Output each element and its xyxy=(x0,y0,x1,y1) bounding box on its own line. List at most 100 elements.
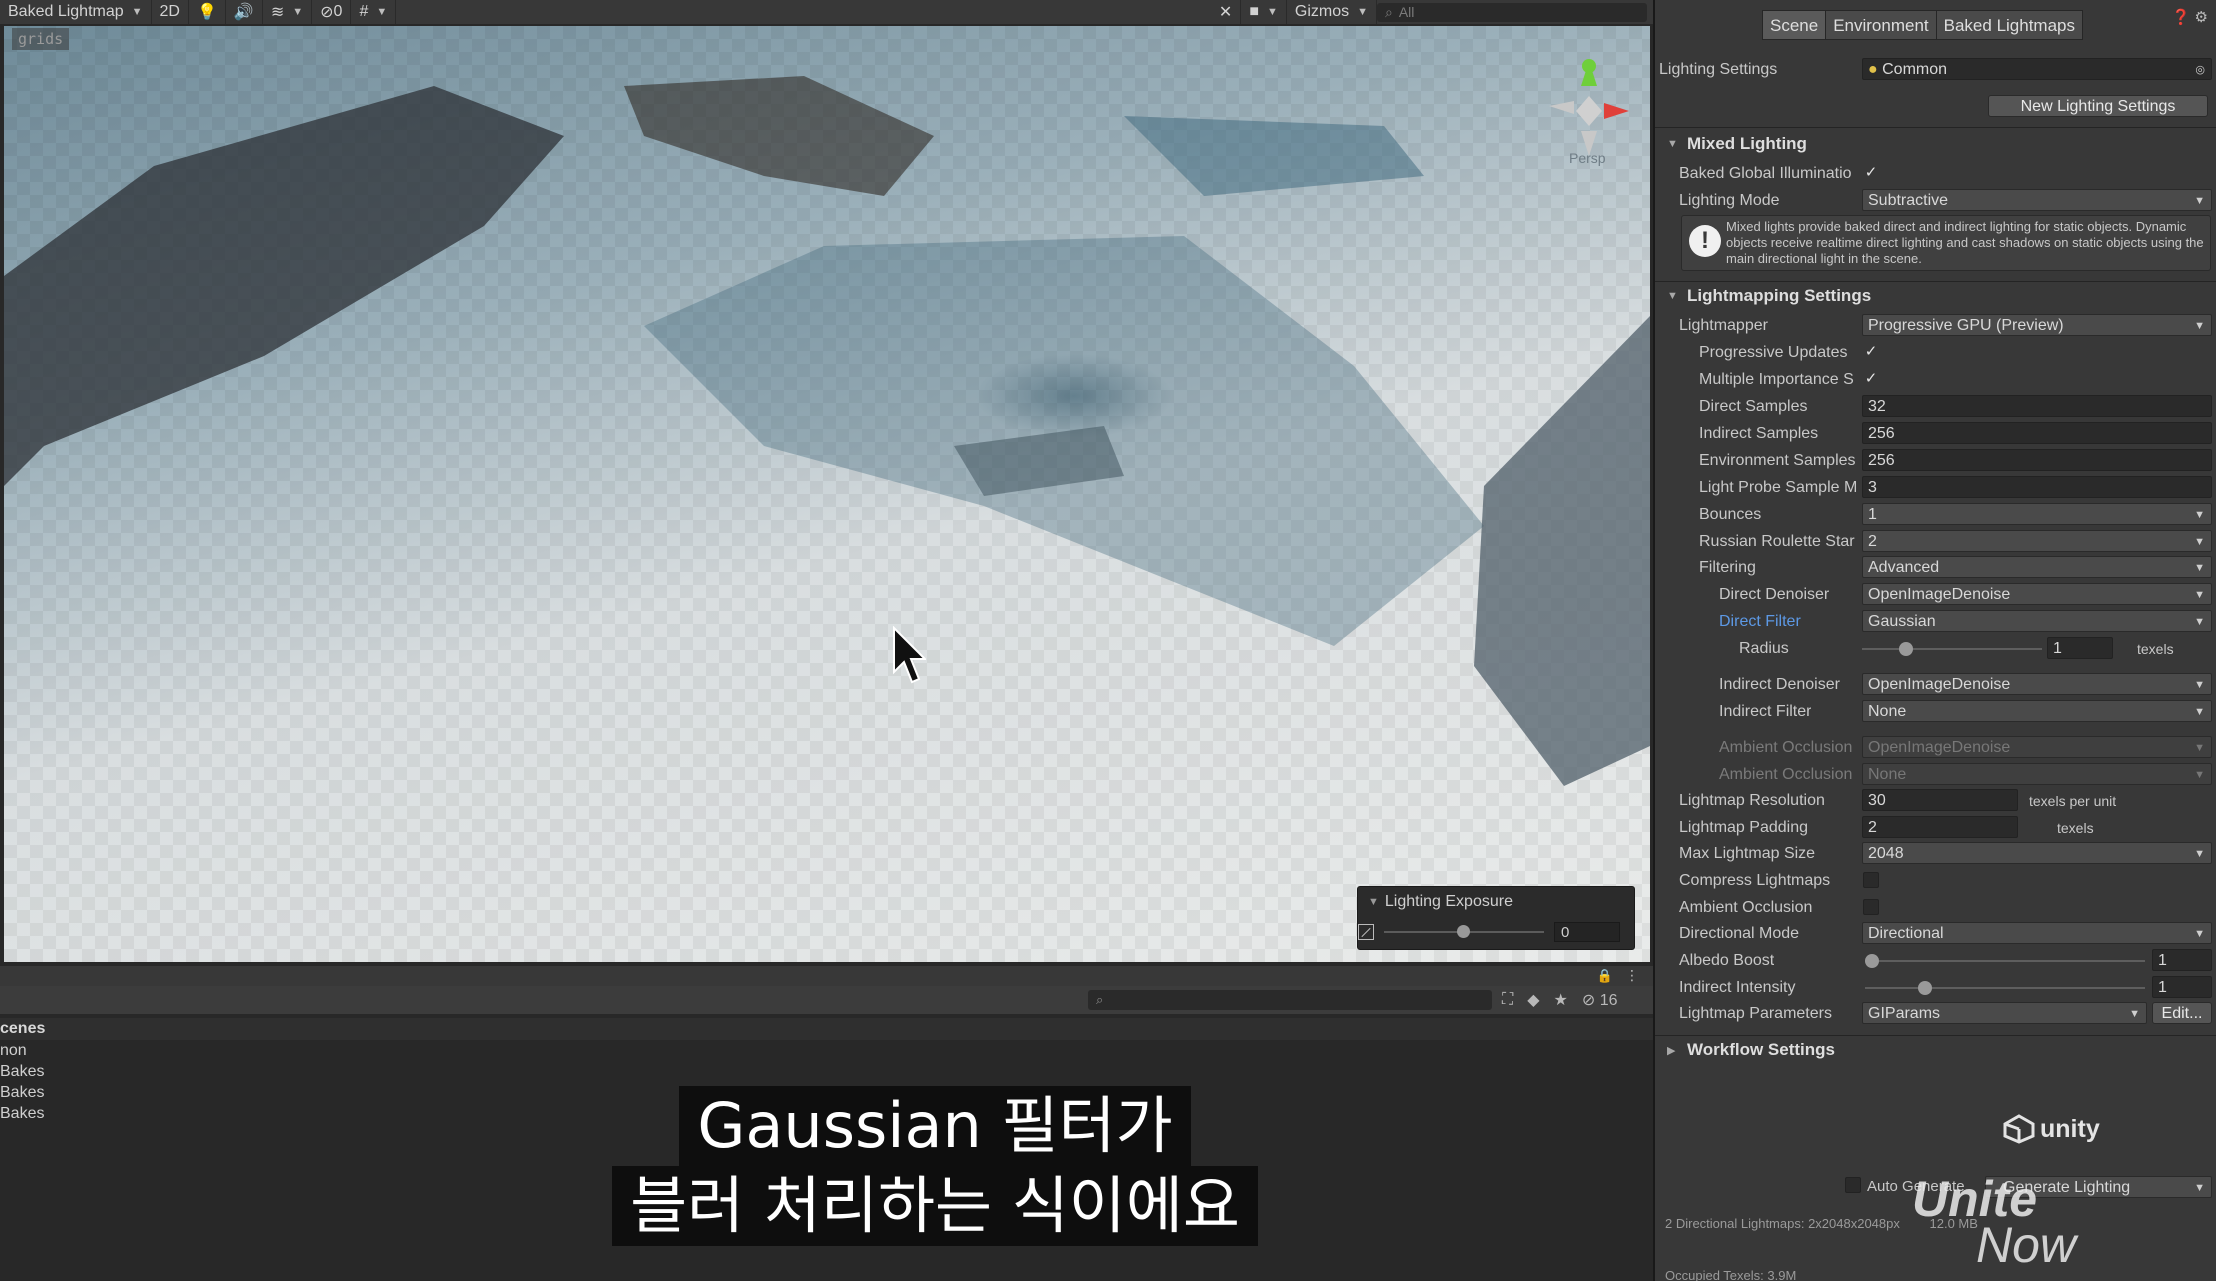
gizmos-label: Gizmos xyxy=(1294,3,1350,20)
lighting-toggle-icon[interactable]: 💡 xyxy=(189,0,226,24)
lighting-settings-label: Lighting Settings xyxy=(1659,61,1778,78)
radius-field[interactable]: 1 xyxy=(2047,637,2113,659)
direct-filter-value: Gaussian xyxy=(1868,613,1936,630)
tab-scene[interactable]: Scene xyxy=(1762,10,1827,40)
albedo-boost-field[interactable]: 1 xyxy=(2152,949,2212,971)
orientation-gizmo[interactable] xyxy=(1534,56,1644,186)
indirect-denoiser-dropdown[interactable]: OpenImageDenoise ▼ xyxy=(1862,673,2212,695)
lightmapper-dropdown[interactable]: Progressive GPU (Preview) ▼ xyxy=(1862,314,2212,336)
max-lightmap-size-dropdown[interactable]: 2048 ▼ xyxy=(1862,842,2212,864)
camera-icon[interactable]: ■ ▼ xyxy=(1241,0,1287,24)
tools-icon[interactable]: ✕ xyxy=(1211,0,1242,24)
label-icon[interactable]: ◆ xyxy=(1527,990,1539,1010)
direct-filter-label: Direct Filter xyxy=(1719,613,1801,630)
tab-environment[interactable]: Environment xyxy=(1825,10,1937,40)
draw-mode-dropdown[interactable]: Baked Lightmap ▼ xyxy=(0,0,152,24)
radius-slider[interactable] xyxy=(1862,642,2042,656)
list-item[interactable]: non xyxy=(0,1040,1653,1061)
light-probe-row: Light Probe Sample M 3 xyxy=(1655,475,2216,501)
lighting-settings-value: Common xyxy=(1882,61,1948,78)
radius-slider-knob[interactable] xyxy=(1898,642,1913,656)
perspective-label[interactable]: Persp xyxy=(1569,150,1606,166)
scenes-header[interactable]: cenes xyxy=(0,1018,1653,1040)
lighting-exposure-title: Lighting Exposure xyxy=(1384,893,1513,910)
indirect-intensity-slider-knob[interactable] xyxy=(1918,981,1933,995)
scene-viewport[interactable]: grids Persp ▼ Lighting Exposure 0 xyxy=(4,26,1650,962)
project-toolbar: ⌕ ⛶ ◆ ★ ⊘ 16 xyxy=(0,986,1653,1014)
collapse-triangle-icon[interactable]: ▼ xyxy=(1368,896,1379,908)
audio-toggle-icon[interactable]: 🔊 xyxy=(226,0,263,24)
environment-samples-label: Environment Samples xyxy=(1699,452,1856,469)
unite-logo-line2: Now xyxy=(1976,1217,2077,1273)
indirect-filter-value: None xyxy=(1868,703,1907,720)
auto-generate-checkbox[interactable] xyxy=(1845,1177,1861,1193)
edit-parameters-button[interactable]: Edit... xyxy=(2152,1002,2212,1024)
environment-samples-field[interactable]: 256 xyxy=(1862,449,2212,471)
multiple-importance-checkbox[interactable]: ✓ xyxy=(1863,371,1879,387)
gizmos-dropdown[interactable]: Gizmos ▼ xyxy=(1287,0,1377,24)
2d-toggle[interactable]: 2D xyxy=(152,0,189,24)
filter-type-icon[interactable]: ⛶ xyxy=(1502,991,1513,1009)
direct-denoiser-dropdown[interactable]: OpenImageDenoise ▼ xyxy=(1862,583,2212,605)
object-picker-icon[interactable]: ◎ xyxy=(2195,59,2205,79)
help-icon[interactable]: ❓ xyxy=(2172,9,2195,26)
lighting-settings-field[interactable]: ● Common ◎ xyxy=(1862,58,2212,80)
exposure-slider[interactable] xyxy=(1384,925,1544,938)
hidden-objects-toggle[interactable]: ⊘ 0 xyxy=(312,0,352,24)
search-icon: ⌕ xyxy=(1385,3,1393,20)
lighting-mode-dropdown[interactable]: Subtractive ▼ xyxy=(1862,189,2212,211)
project-search-input[interactable]: ⌕ xyxy=(1088,990,1492,1010)
workflow-settings-header[interactable]: ▶ Workflow Settings xyxy=(1655,1036,2216,1064)
bounces-dropdown[interactable]: 1 ▼ xyxy=(1862,503,2212,525)
favorite-star-icon[interactable]: ★ xyxy=(1554,990,1568,1010)
workflow-settings-title: Workflow Settings xyxy=(1687,1040,1835,1059)
lighting-tabs: Scene Environment Baked Lightmaps xyxy=(1762,10,2084,40)
ambient-occlusion-label: Ambient Occlusion xyxy=(1679,899,1813,916)
settings-icon[interactable]: ⚙ xyxy=(2195,9,2212,26)
ambient-occlusion-checkbox[interactable] xyxy=(1863,899,1879,915)
russian-roulette-dropdown[interactable]: 2 ▼ xyxy=(1862,530,2212,552)
lock-icon[interactable]: 🔒 xyxy=(1597,968,1613,984)
indirect-denoiser-row: Indirect Denoiser OpenImageDenoise ▼ xyxy=(1655,672,2216,698)
compress-lightmaps-checkbox[interactable] xyxy=(1863,872,1879,888)
indirect-intensity-slider[interactable] xyxy=(1865,981,2145,995)
albedo-boost-label: Albedo Boost xyxy=(1679,952,1775,969)
bounces-label: Bounces xyxy=(1699,506,1762,523)
hidden-packages-toggle[interactable]: ⊘ 16 xyxy=(1582,990,1618,1010)
indirect-samples-field[interactable]: 256 xyxy=(1862,422,2212,444)
scene-search-input[interactable]: ⌕ All xyxy=(1377,2,1647,22)
kebab-menu-icon[interactable]: ⋮ xyxy=(1625,967,1639,984)
baked-gi-checkbox[interactable]: ✓ xyxy=(1863,165,1879,181)
exposure-value-field[interactable]: 0 xyxy=(1554,922,1620,942)
light-probe-field[interactable]: 3 xyxy=(1862,476,2212,498)
grid-toggle-icon[interactable]: # ▼ xyxy=(351,0,397,24)
directional-mode-dropdown[interactable]: Directional ▼ xyxy=(1862,922,2212,944)
indirect-filter-dropdown[interactable]: None ▼ xyxy=(1862,700,2212,722)
albedo-boost-slider[interactable] xyxy=(1865,954,2145,968)
direct-filter-row: Direct Filter Gaussian ▼ xyxy=(1655,609,2216,635)
mixed-lighting-header[interactable]: ▼ Mixed Lighting xyxy=(1655,130,2216,158)
new-lighting-settings-button[interactable]: New Lighting Settings xyxy=(1988,95,2208,117)
tab-baked-lightmaps[interactable]: Baked Lightmaps xyxy=(1935,10,2084,40)
lightmap-parameters-dropdown[interactable]: GIParams ▼ xyxy=(1862,1002,2147,1024)
russian-roulette-row: Russian Roulette Star 2 ▼ xyxy=(1655,529,2216,555)
directional-mode-value: Directional xyxy=(1868,925,1944,942)
progressive-updates-checkbox[interactable]: ✓ xyxy=(1863,344,1879,360)
ao-filter-label: Ambient Occlusion xyxy=(1719,766,1853,783)
lightmap-resolution-field[interactable]: 30 xyxy=(1862,789,2018,811)
lighting-exposure-overlay: ▼ Lighting Exposure 0 xyxy=(1357,886,1635,950)
chevron-down-icon: ▼ xyxy=(2194,195,2205,207)
albedo-boost-slider-knob[interactable] xyxy=(1865,954,1879,968)
direct-filter-dropdown[interactable]: Gaussian ▼ xyxy=(1862,610,2212,632)
effects-toggle-icon[interactable]: ≋ ▼ xyxy=(263,0,313,24)
progressive-updates-label: Progressive Updates xyxy=(1699,344,1848,361)
direct-samples-field[interactable]: 32 xyxy=(1862,395,2212,417)
lightmapping-settings-header[interactable]: ▼ Lightmapping Settings xyxy=(1655,282,2216,310)
lightmap-padding-unit: texels xyxy=(2057,820,2094,836)
exposure-slider-knob[interactable] xyxy=(1457,925,1470,938)
list-item[interactable]: Bakes xyxy=(0,1061,1653,1082)
indirect-intensity-field[interactable]: 1 xyxy=(2152,976,2212,998)
draw-mode-label: Baked Lightmap xyxy=(8,3,124,20)
lightmap-padding-field[interactable]: 2 xyxy=(1862,816,2018,838)
filtering-dropdown[interactable]: Advanced ▼ xyxy=(1862,556,2212,578)
